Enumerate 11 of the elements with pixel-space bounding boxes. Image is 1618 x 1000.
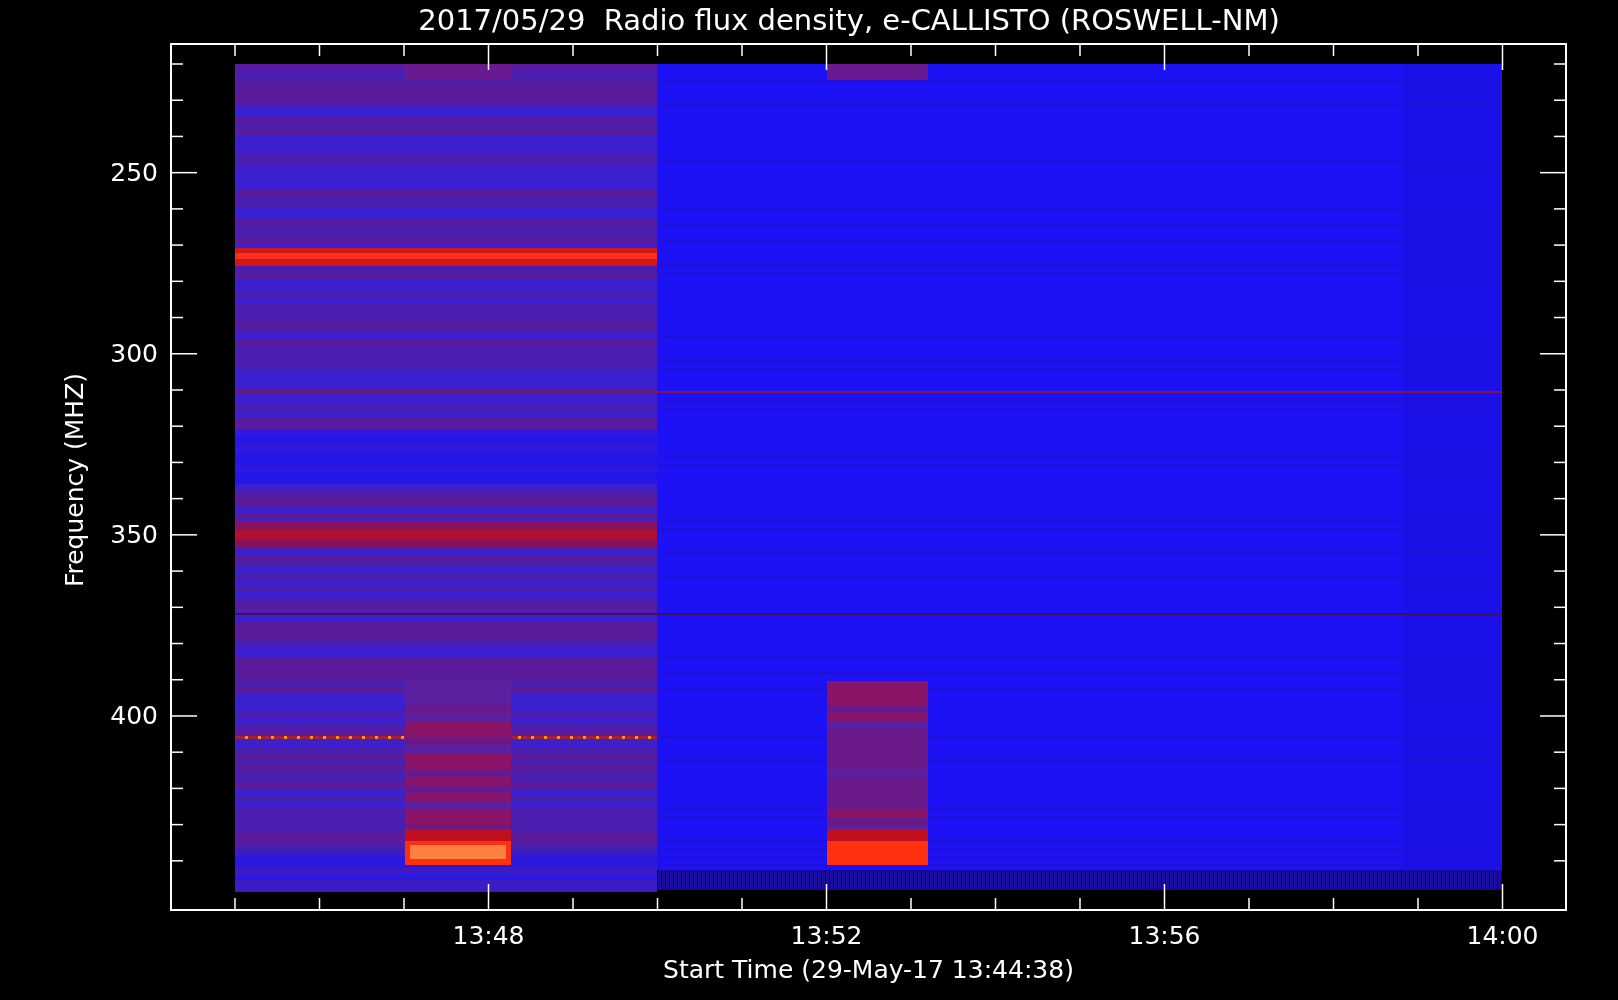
x-tick-label: 13:48: [452, 921, 525, 951]
y-axis-label: Frequency (MHZ): [59, 372, 89, 588]
x-tick-label: 13:56: [1128, 921, 1201, 951]
x-tick-label: 13:52: [790, 921, 863, 951]
x-tick-label: 14:00: [1466, 921, 1539, 951]
y-tick-label: 400: [110, 701, 158, 731]
chart-title: 2017/05/29 Radio flux density, e-CALLISTO (ROSWELL-NM): [417, 2, 1281, 39]
y-tick-label: 350: [110, 520, 158, 550]
x-axis-label: Start Time (29-May-17 13:44:38): [663, 955, 1074, 984]
y-tick-label: 300: [110, 339, 158, 369]
y-tick-label: 250: [110, 158, 158, 188]
